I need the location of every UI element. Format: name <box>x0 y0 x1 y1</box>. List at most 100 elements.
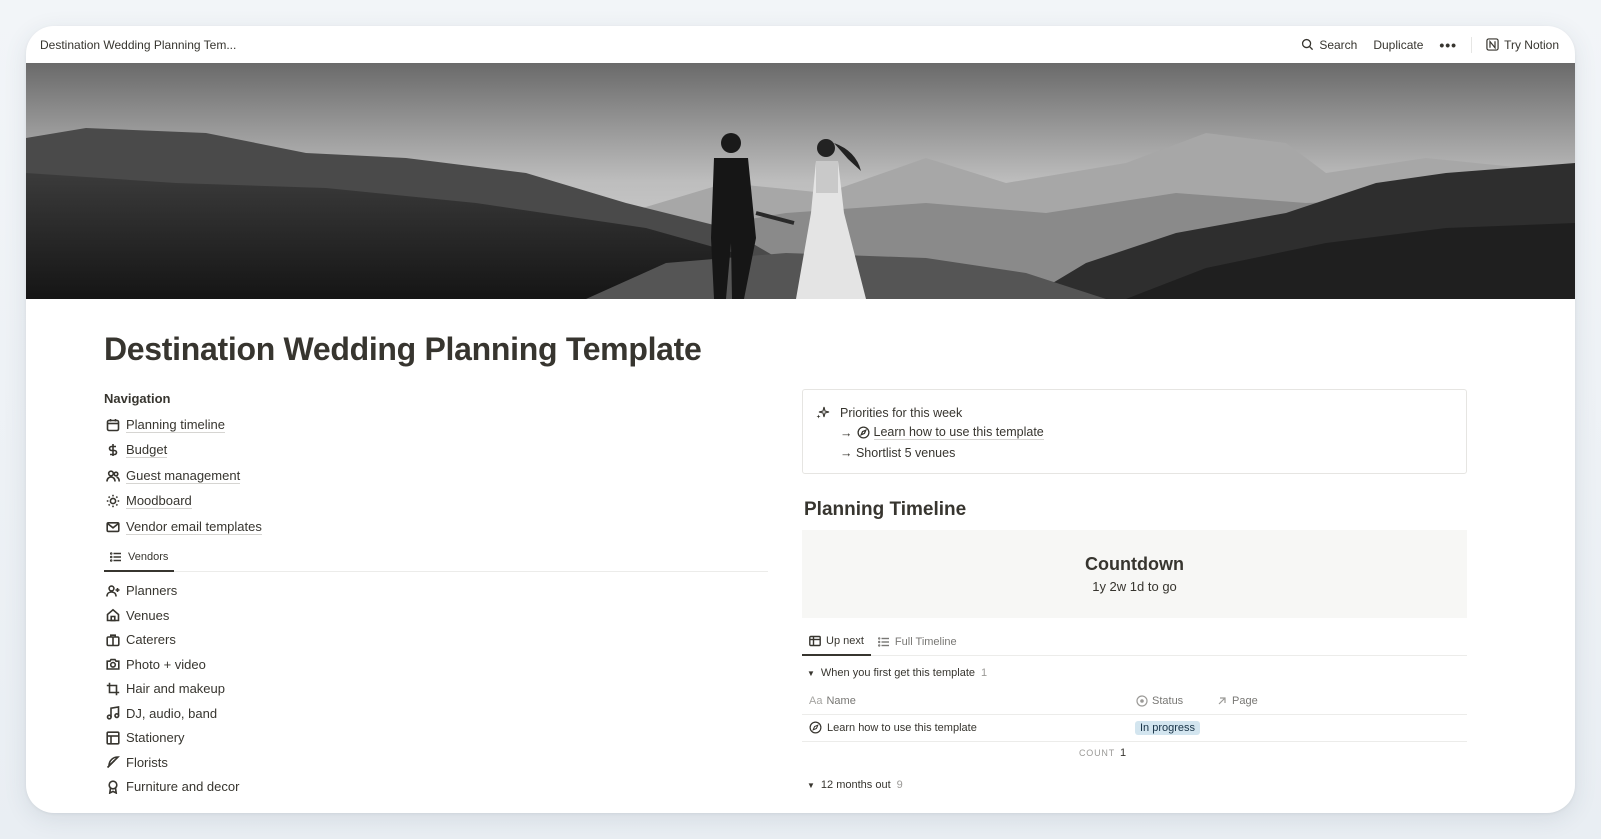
timeline-view-tabs: Up next Full Timeline <box>802 627 1467 656</box>
table-header: Aa Name Status Page <box>802 689 1467 715</box>
nav-item-label: Moodboard <box>126 493 192 510</box>
duplicate-label: Duplicate <box>1373 37 1424 52</box>
tab-full-timeline[interactable]: Full Timeline <box>871 627 964 656</box>
duplicate-button[interactable]: Duplicate <box>1371 36 1425 54</box>
list-item-label: Venues <box>126 607 170 623</box>
crop-icon <box>106 682 120 695</box>
group-label: When you first get this template <box>820 667 975 679</box>
callout-line-1: → Learn how to use this template <box>840 425 1044 440</box>
countdown-block: Countdown 1y 2w 1d to go <box>802 530 1467 618</box>
nav-item-label: Budget <box>126 442 168 459</box>
text-type-icon: Aa <box>809 695 823 707</box>
list-item-stationery[interactable]: Stationery <box>104 726 768 751</box>
try-notion-label: Try Notion <box>1504 37 1559 52</box>
group-count: 9 <box>896 779 903 791</box>
music-icon <box>106 706 120 720</box>
group-toggle-first[interactable]: ▼ When you first get this template 1 <box>807 667 987 679</box>
list-item-label: Photo + video <box>126 656 206 672</box>
page-title: Destination Wedding Planning Template <box>104 331 702 367</box>
column-header-name[interactable]: Aa Name <box>809 695 856 707</box>
topbar-actions: Search Duplicate ••• Try Notion <box>1299 36 1561 54</box>
list-icon <box>877 636 889 647</box>
tab-up-next-label: Up next <box>826 634 864 647</box>
column-page-label: Page <box>1232 695 1258 707</box>
status-icon <box>1136 695 1148 707</box>
search-icon <box>1302 38 1314 51</box>
try-notion-button[interactable]: Try Notion <box>1484 36 1561 54</box>
award-icon <box>108 780 118 794</box>
list-item-label: Stationery <box>126 730 185 746</box>
list-item-florists[interactable]: Florists <box>104 750 768 775</box>
people-icon <box>106 470 120 482</box>
list-item-venues[interactable]: Venues <box>104 603 768 628</box>
callout-title: Priorities for this week <box>840 406 963 420</box>
list-item-label: Caterers <box>126 632 176 648</box>
nav-item-moodboard[interactable]: Moodboard <box>104 489 768 515</box>
count-label: COUNT <box>1079 748 1115 758</box>
nav-item-planning-timeline[interactable]: Planning timeline <box>104 412 768 438</box>
briefcase-icon <box>106 634 120 647</box>
calendar-icon <box>106 418 120 432</box>
nav-item-label: Vendor email templates <box>126 518 262 535</box>
breadcrumb-page-title[interactable]: Destination Wedding Planning Tem... <box>40 38 236 52</box>
left-column: Navigation Planning timeline Budget Gues… <box>104 391 768 799</box>
nav-item-vendor-email-templates[interactable]: Vendor email templates <box>104 514 768 540</box>
planning-timeline-heading: Planning Timeline <box>804 499 967 520</box>
list-item-furniture-and-decor[interactable]: Furniture and decor <box>104 775 768 800</box>
list-item-hair-and-makeup[interactable]: Hair and makeup <box>104 677 768 702</box>
group-label: 12 months out <box>820 779 891 791</box>
list-item-label: Hair and makeup <box>126 681 225 697</box>
nav-item-budget[interactable]: Budget <box>104 438 768 464</box>
table-icon <box>809 635 821 646</box>
more-options-button[interactable]: ••• <box>1437 38 1459 52</box>
callout-line-2: → Shortlist 5 venues <box>840 446 956 460</box>
tab-up-next[interactable]: Up next <box>802 627 871 656</box>
column-header-page[interactable]: Page <box>1216 695 1258 707</box>
row-name-cell[interactable]: Learn how to use this template <box>809 721 977 734</box>
list-item-dj-audio-band[interactable]: DJ, audio, band <box>104 701 768 726</box>
column-header-status[interactable]: Status <box>1136 695 1183 707</box>
column-status-label: Status <box>1152 695 1184 707</box>
row-name-label: Learn how to use this template <box>827 721 977 734</box>
nav-item-label: Guest management <box>126 467 241 484</box>
status-badge[interactable]: In progress <box>1135 721 1201 735</box>
vendors-list: Planners Venues Caterers Photo + video H… <box>104 579 768 800</box>
priorities-callout: Priorities for this week → Learn how to … <box>802 389 1467 474</box>
search-button[interactable]: Search <box>1299 36 1359 54</box>
count-aggregate[interactable]: COUNT 1 <box>1079 747 1126 759</box>
learn-template-link[interactable]: Learn how to use this template <box>873 425 1044 440</box>
triangle-down-icon: ▼ <box>807 668 815 678</box>
feather-icon <box>106 756 120 769</box>
list-item-label: DJ, audio, band <box>126 705 218 721</box>
arrow-up-right-icon <box>1218 697 1226 705</box>
list-item-caterers[interactable]: Caterers <box>104 628 768 653</box>
list-item-label: Planners <box>126 583 178 599</box>
list-item-planners[interactable]: Planners <box>104 579 768 604</box>
top-bar: Destination Wedding Planning Tem... Sear… <box>26 26 1575 63</box>
group-toggle-12-months[interactable]: ▼ 12 months out 9 <box>807 779 903 791</box>
navigation-heading: Navigation <box>104 391 171 406</box>
vendors-view-tabs: Vendors <box>104 544 768 572</box>
tab-vendors[interactable]: Vendors <box>104 544 175 572</box>
table-row[interactable]: Learn how to use this template In progre… <box>802 715 1467 742</box>
tab-vendors-label: Vendors <box>128 550 169 563</box>
search-label: Search <box>1319 37 1358 52</box>
app-window: Destination Wedding Planning Tem... Sear… <box>26 26 1575 813</box>
notion-logo-icon <box>1486 38 1499 51</box>
cover-image <box>26 63 1575 299</box>
group-count: 1 <box>981 667 988 679</box>
person-add-icon <box>106 585 120 597</box>
countdown-value: 1y 2w 1d to go <box>1092 579 1177 594</box>
list-item-label: Florists <box>126 754 168 770</box>
list-icon <box>110 551 121 562</box>
nav-item-guest-management[interactable]: Guest management <box>104 463 768 489</box>
dollar-icon <box>108 444 118 457</box>
list-item-photo-video[interactable]: Photo + video <box>104 652 768 677</box>
countdown-title: Countdown <box>1085 554 1184 574</box>
arrow-right-icon: → <box>840 425 853 440</box>
home-icon <box>106 608 120 622</box>
column-name-label: Name <box>826 695 856 707</box>
compass-icon <box>809 721 822 734</box>
mail-icon <box>106 521 120 532</box>
divider <box>1471 36 1473 53</box>
